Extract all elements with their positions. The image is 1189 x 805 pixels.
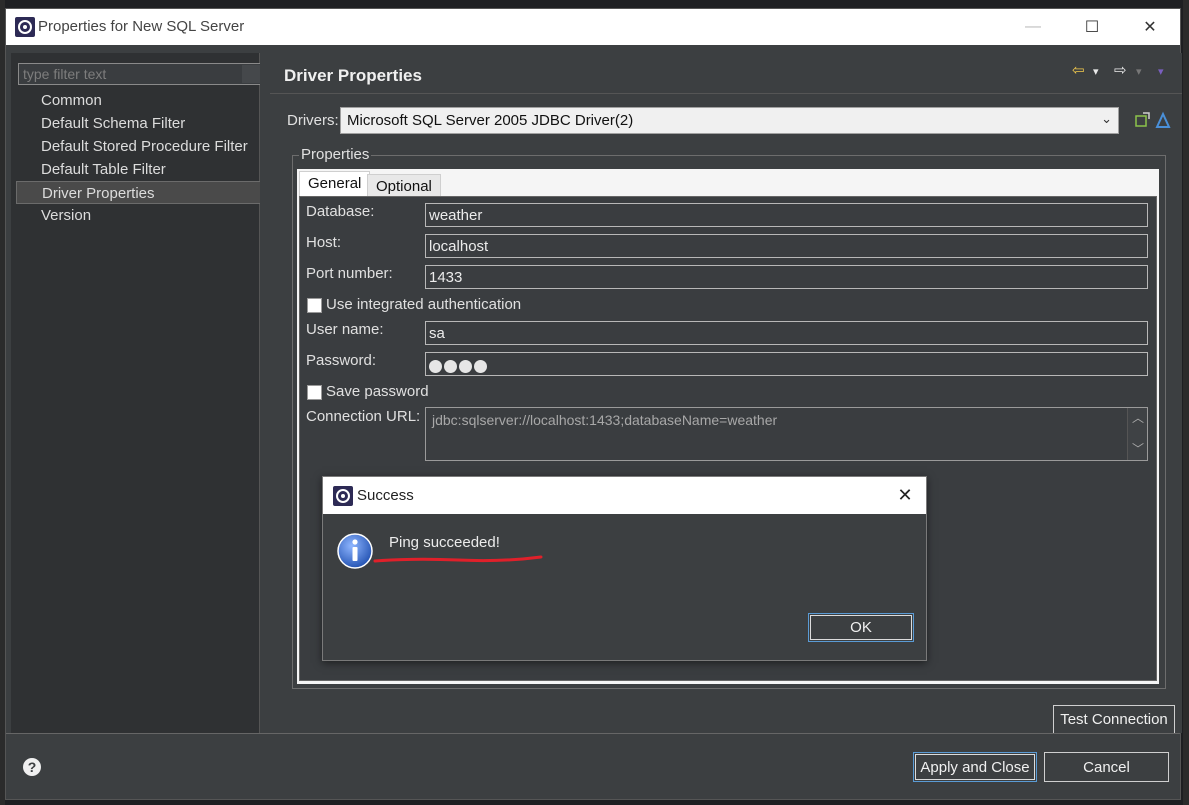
forward-arrow-icon[interactable]: ⇨	[1114, 61, 1127, 79]
password-mask-dot	[429, 359, 442, 373]
host-label: Host:	[306, 234, 342, 251]
tree-item-driver-properties[interactable]: Driver Properties	[16, 181, 262, 204]
forward-dropdown-icon[interactable]: ▾	[1136, 65, 1142, 78]
back-dropdown-icon[interactable]: ▾	[1093, 65, 1099, 78]
preference-tree-pane: type filter text Common Default Schema F…	[11, 53, 262, 733]
red-underline-annotation	[373, 555, 543, 563]
drivers-select-value: Microsoft SQL Server 2005 JDBC Driver(2)	[347, 112, 634, 129]
success-dialog-title: Success	[357, 487, 414, 504]
user-name-field[interactable]: sa	[425, 321, 1148, 345]
filter-input[interactable]: type filter text	[18, 63, 261, 85]
database-label: Database:	[306, 203, 375, 220]
success-dialog: Success ✕ Ping succeeded! OK	[322, 476, 927, 661]
success-message: Ping succeeded!	[389, 534, 500, 551]
properties-group-label: Properties	[299, 146, 372, 163]
connection-url-field[interactable]: jdbc:sqlserver://localhost:1433;database…	[425, 407, 1148, 461]
test-connection-button[interactable]: Test Connection	[1053, 705, 1175, 734]
success-dialog-title-bar: Success ✕	[323, 477, 926, 514]
port-number-label: Port number:	[306, 265, 393, 282]
app-icon	[333, 486, 353, 506]
close-button[interactable]: ✕	[1121, 9, 1179, 45]
password-field[interactable]	[425, 352, 1148, 376]
save-password-checkbox[interactable]	[307, 385, 322, 400]
user-name-label: User name:	[306, 321, 384, 338]
page-title: Driver Properties	[284, 66, 422, 85]
button-bar-separator	[6, 733, 1180, 734]
drivers-label: Drivers:	[287, 112, 339, 129]
password-mask-dot	[459, 359, 472, 373]
apply-and-close-button[interactable]: Apply and Close	[913, 752, 1037, 782]
properties-dialog: Properties for New SQL Server — ☐ ✕ type…	[5, 8, 1182, 800]
ok-button[interactable]: OK	[808, 613, 914, 642]
minimize-icon: —	[1025, 18, 1041, 35]
port-number-field[interactable]: 1433	[425, 265, 1148, 289]
maximize-button[interactable]: ☐	[1063, 9, 1121, 45]
view-menu-icon[interactable]: ▾	[1158, 65, 1164, 78]
scroll-up-icon[interactable]: ︿	[1132, 409, 1144, 426]
url-scrollbar[interactable]: ︿ ﹀	[1127, 408, 1147, 460]
connection-url-label: Connection URL:	[306, 408, 421, 425]
password-mask-dot	[444, 359, 457, 373]
maximize-icon: ☐	[1084, 19, 1100, 36]
minimize-button[interactable]: —	[1004, 9, 1062, 45]
edit-driver-icon[interactable]	[1133, 111, 1151, 129]
password-label: Password:	[306, 352, 377, 369]
help-icon[interactable]: ?	[21, 756, 43, 778]
tab-optional[interactable]: Optional	[367, 174, 441, 197]
back-arrow-icon[interactable]: ⇦	[1072, 61, 1085, 79]
title-bar: Properties for New SQL Server — ☐ ✕	[6, 9, 1180, 45]
tree-item-default-stored-procedure-filter[interactable]: Default Stored Procedure Filter	[16, 135, 262, 158]
database-field[interactable]: weather	[425, 203, 1148, 227]
password-mask-dot	[474, 359, 487, 373]
filter-placeholder: type filter text	[23, 66, 107, 82]
close-icon: ✕	[1143, 19, 1157, 36]
tree-item-common[interactable]: Common	[16, 89, 262, 112]
integrated-authentication-label: Use integrated authentication	[326, 296, 522, 313]
save-password-label: Save password	[326, 383, 429, 400]
window-title: Properties for New SQL Server	[38, 18, 245, 35]
integrated-authentication-checkbox[interactable]	[307, 298, 322, 313]
success-dialog-close-icon[interactable]: ✕	[890, 482, 920, 508]
tree-item-default-schema-filter[interactable]: Default Schema Filter	[16, 112, 262, 135]
host-field[interactable]: localhost	[425, 234, 1148, 258]
tab-general[interactable]: General	[299, 171, 371, 197]
filter-clear-icon[interactable]	[242, 65, 260, 83]
chevron-down-icon: ⌄	[1101, 111, 1112, 126]
cancel-button[interactable]: Cancel	[1044, 752, 1169, 782]
scroll-down-icon[interactable]: ﹀	[1132, 440, 1144, 457]
driver-settings-icon[interactable]	[1154, 111, 1172, 129]
pane-sash[interactable]	[260, 53, 270, 733]
info-icon	[337, 533, 373, 569]
help-glyph: ?	[28, 759, 37, 775]
connection-url-value: jdbc:sqlserver://localhost:1433;database…	[432, 412, 778, 428]
tree-item-default-table-filter[interactable]: Default Table Filter	[16, 158, 262, 181]
drivers-select[interactable]: Microsoft SQL Server 2005 JDBC Driver(2)…	[340, 107, 1119, 134]
tree-item-version[interactable]: Version	[16, 204, 262, 227]
background-editor-right	[1183, 0, 1189, 805]
app-icon	[15, 17, 35, 37]
header-separator	[270, 93, 1182, 94]
